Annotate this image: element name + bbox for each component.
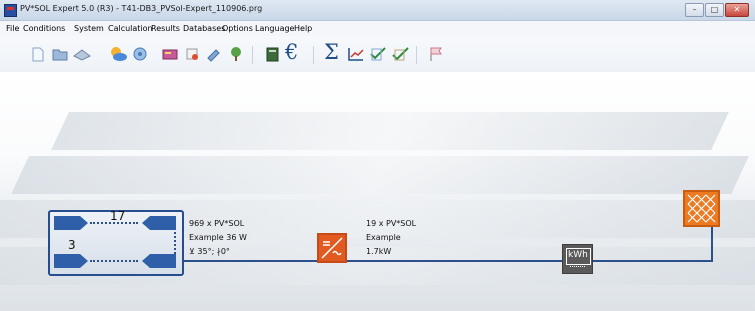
meter-label: kWh xyxy=(568,250,588,260)
title-bar: PV*SOL Expert 5.0 (R3) - T41-DB3_PVSol-E… xyxy=(0,0,755,21)
meter-scale xyxy=(570,266,585,270)
grid-connection-icon[interactable] xyxy=(683,190,720,227)
menu-databases[interactable]: Databases xyxy=(183,24,225,33)
background-panel-row xyxy=(51,112,729,150)
pv-array[interactable]: 17 3 xyxy=(48,209,184,276)
connection-wire xyxy=(180,260,713,262)
menu-file[interactable]: File xyxy=(6,24,19,33)
maximize-button[interactable]: □ xyxy=(705,3,724,17)
minimize-button[interactable]: – xyxy=(685,3,704,17)
inverter-icon[interactable] xyxy=(317,233,347,263)
string-dots xyxy=(90,260,138,262)
toolbar-separator xyxy=(416,46,417,64)
pv-module-tip xyxy=(142,216,150,230)
check-icon[interactable] xyxy=(368,46,388,62)
menu-results[interactable]: Results xyxy=(151,24,180,33)
inverter-count: 19 x PV*SOL xyxy=(366,219,417,228)
menu-language[interactable]: Language xyxy=(255,24,294,33)
save-icon[interactable] xyxy=(72,46,92,62)
flag-icon[interactable] xyxy=(426,46,446,62)
pv-array-module-type: Example 36 W xyxy=(189,233,247,242)
window-title: PV*SOL Expert 5.0 (R3) - T41-DB3_PVSol-E… xyxy=(20,4,263,13)
tree-icon[interactable] xyxy=(226,46,246,62)
string-count: 3 xyxy=(68,238,76,252)
pv-module xyxy=(150,216,176,230)
menu-options[interactable]: Options xyxy=(222,24,253,33)
euro-icon[interactable]: € xyxy=(285,41,298,63)
pv-module xyxy=(54,254,80,268)
book-icon[interactable] xyxy=(262,46,282,62)
modules-per-string: 17 xyxy=(110,209,126,223)
menu-calculation[interactable]: Calculation xyxy=(108,24,153,33)
pv-module-tip xyxy=(80,254,88,268)
open-folder-icon[interactable] xyxy=(50,46,70,62)
pv-array-count: 969 x PV*SOL xyxy=(189,219,245,228)
pv-module xyxy=(54,216,80,230)
menu-system[interactable]: System xyxy=(74,24,104,33)
financial-data-icon[interactable] xyxy=(160,46,180,62)
menu-bar: File Conditions System Calculation Resul… xyxy=(0,21,755,36)
tool-icon[interactable] xyxy=(204,46,224,62)
energy-meter-icon[interactable]: kWh xyxy=(562,244,593,274)
string-dots xyxy=(174,232,176,254)
new-file-icon[interactable] xyxy=(28,46,48,62)
inverter-type: Example xyxy=(366,233,401,242)
climate-data-icon[interactable] xyxy=(108,46,128,62)
toolbar: € Σ xyxy=(0,36,755,72)
close-button[interactable]: ✕ xyxy=(725,3,749,17)
diagram-icon[interactable] xyxy=(346,46,366,62)
pv-module-tip xyxy=(142,254,150,268)
menu-help[interactable]: Help xyxy=(294,24,312,33)
toolbar-separator xyxy=(313,46,314,64)
pv-module-tip xyxy=(80,216,88,230)
toolbar-separator xyxy=(252,46,253,64)
pv-array-orientation: ⊻ 35°; ∤0° xyxy=(189,247,230,256)
app-icon xyxy=(4,4,17,17)
window-controls: – □ ✕ xyxy=(684,3,749,17)
check-all-icon[interactable] xyxy=(390,46,410,62)
system-diagram-canvas: 17 3 969 x PV*SOL Example 36 W ⊻ 35°; ∤0… xyxy=(0,72,755,311)
sum-icon[interactable]: Σ xyxy=(324,41,339,63)
menu-conditions[interactable]: Conditions xyxy=(23,24,65,33)
wizard-icon[interactable] xyxy=(182,46,202,62)
inverter-power: 1.7kW xyxy=(366,247,392,256)
pv-module xyxy=(150,254,176,268)
pv-module-icon[interactable] xyxy=(130,46,150,62)
background-panel-row xyxy=(11,156,749,194)
